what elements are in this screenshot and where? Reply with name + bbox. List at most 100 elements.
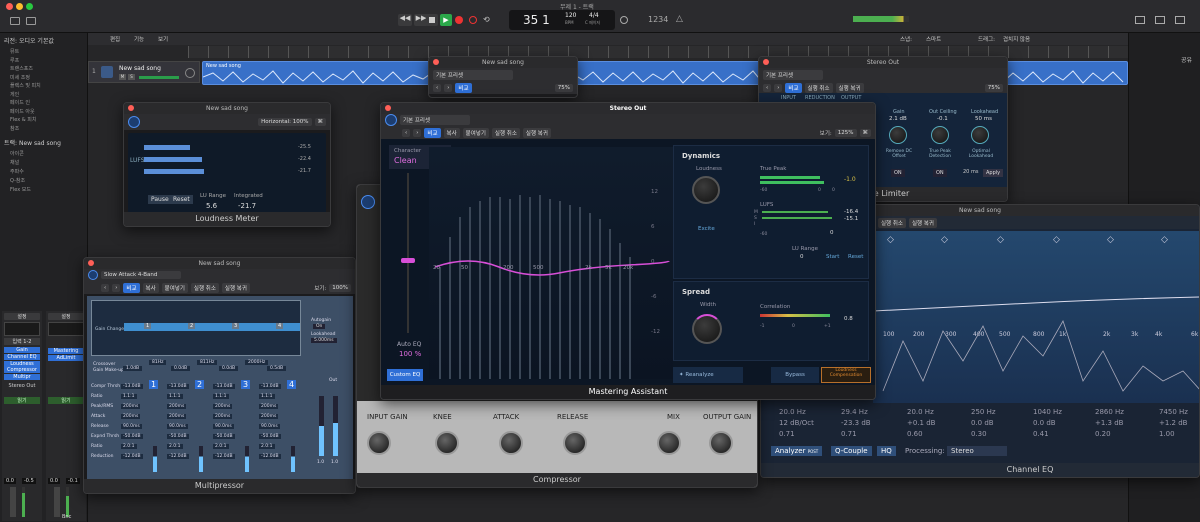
band-number-button[interactable]: 2 bbox=[195, 380, 205, 389]
makeup-value[interactable]: 1.0dB bbox=[123, 366, 143, 371]
paste-button[interactable]: 붙여넣기 bbox=[462, 127, 489, 138]
region-param[interactable]: 트랜스포즈 bbox=[10, 65, 87, 74]
band-marker[interactable]: 4 bbox=[276, 323, 284, 329]
window-close-icon[interactable] bbox=[6, 3, 13, 10]
crossover-value[interactable]: 811Hz bbox=[197, 360, 218, 365]
insert-slot[interactable]: Gain bbox=[4, 347, 40, 353]
band-number-button[interactable]: 4 bbox=[287, 380, 297, 389]
share-button[interactable]: 공유 bbox=[1181, 55, 1192, 64]
band-param-value[interactable]: -12.0dB bbox=[259, 454, 281, 459]
compare-button[interactable]: 비교 bbox=[123, 282, 140, 293]
crossover-value[interactable]: 2000Hz bbox=[245, 360, 269, 365]
compressor-knob[interactable] bbox=[435, 431, 459, 455]
band-frequency[interactable]: 250 Hz bbox=[971, 408, 996, 416]
count-in-icon[interactable]: 1234 bbox=[648, 15, 668, 24]
band-param-value[interactable]: 200ms bbox=[213, 414, 233, 419]
close-icon[interactable] bbox=[128, 105, 134, 111]
loops-icon[interactable] bbox=[1155, 16, 1165, 24]
undo-button[interactable]: 실행 취소 bbox=[804, 82, 833, 93]
setting-button[interactable]: 설정 bbox=[4, 313, 40, 320]
compressor-knob[interactable] bbox=[657, 431, 681, 455]
preset-menu[interactable]: Slow Attack 4-Band bbox=[101, 271, 181, 279]
cycle-button[interactable]: ⟲ bbox=[483, 15, 493, 24]
band-number-button[interactable]: 3 bbox=[241, 380, 251, 389]
metronome-icon[interactable]: △ bbox=[676, 14, 683, 24]
band-param-value[interactable]: -13.0dB bbox=[259, 384, 281, 389]
band-frequency[interactable]: 20.0 Hz bbox=[779, 408, 806, 416]
band-q[interactable]: 1.00 bbox=[1159, 430, 1175, 438]
compressor-knob[interactable] bbox=[367, 431, 391, 455]
band-param-value[interactable]: 1.1:1 bbox=[213, 394, 229, 399]
band-q[interactable]: 0.41 bbox=[1033, 430, 1049, 438]
compare-button[interactable]: 비교 bbox=[424, 127, 441, 138]
tuner-icon[interactable] bbox=[620, 16, 628, 24]
band-marker[interactable]: 2 bbox=[188, 323, 196, 329]
prev-preset-button[interactable]: ‹ bbox=[433, 83, 442, 92]
editors-icon[interactable] bbox=[1135, 16, 1145, 24]
track-param[interactable]: Flex 모드 bbox=[10, 186, 87, 195]
band-gain[interactable]: +0.1 dB bbox=[907, 419, 935, 427]
ceiling-knob[interactable] bbox=[931, 126, 949, 144]
track-section-header[interactable]: 트랙: New sad song bbox=[0, 135, 87, 150]
close-icon[interactable] bbox=[433, 59, 439, 65]
band-frequency[interactable]: 1040 Hz bbox=[1033, 408, 1062, 416]
track-volume-slider[interactable] bbox=[139, 76, 179, 79]
eq-graph[interactable]: ◇ ◇ ◇ ◇ ◇ ◇ 100 200 300 400 500 800 1k 2k 3k 4k 6k bbox=[873, 231, 1199, 403]
eq-thumbnail[interactable] bbox=[4, 322, 40, 336]
insert-slot[interactable]: AdLimit bbox=[48, 355, 84, 361]
compressor-knob[interactable] bbox=[709, 431, 733, 455]
window-minimize-icon[interactable] bbox=[16, 3, 23, 10]
reanalyze-button[interactable]: ✦ Reanalyze bbox=[673, 367, 743, 383]
band-param-value[interactable]: -13.0dB bbox=[121, 384, 143, 389]
band-param-value[interactable]: 2.0:1 bbox=[167, 444, 183, 449]
output-tab[interactable]: OUTPUT bbox=[841, 95, 861, 101]
automation-read[interactable]: 읽기 bbox=[4, 397, 40, 404]
volume-fader[interactable] bbox=[10, 487, 16, 517]
band-gain[interactable]: +1.3 dB bbox=[1095, 419, 1123, 427]
next-preset-button[interactable]: › bbox=[774, 83, 783, 92]
band-param-value[interactable]: 2.0:1 bbox=[213, 444, 229, 449]
drag-select[interactable]: 겹치지 않음 bbox=[1003, 35, 1030, 43]
redo-button[interactable]: 실행 복귀 bbox=[221, 282, 250, 293]
track-param[interactable]: 아이콘 bbox=[10, 150, 87, 159]
zoom-select[interactable]: 75% bbox=[984, 83, 1003, 92]
band-param-value[interactable]: 90.0ms bbox=[121, 424, 142, 429]
excite-button[interactable]: Excite bbox=[698, 226, 715, 232]
track-param[interactable]: 채널 bbox=[10, 159, 87, 168]
input-button[interactable]: 입력 1-2 bbox=[4, 338, 40, 345]
copy-button[interactable]: 복사 bbox=[142, 282, 159, 293]
loudness-knob[interactable] bbox=[692, 176, 720, 204]
band-param-value[interactable]: -12.0dB bbox=[121, 454, 143, 459]
region-param[interactable]: 게인 bbox=[10, 91, 87, 100]
band-param-value[interactable]: 200ms bbox=[121, 404, 141, 409]
band-param-value[interactable]: 90.0ms bbox=[167, 424, 188, 429]
zoom-select[interactable]: 125% bbox=[834, 128, 857, 137]
preset-menu[interactable]: 기본 프리셋 bbox=[400, 115, 470, 125]
pause-button[interactable]: Pause bbox=[148, 195, 172, 204]
close-icon[interactable] bbox=[385, 105, 391, 111]
band-gain[interactable]: 0.0 dB bbox=[1033, 419, 1056, 427]
inspector-icon[interactable] bbox=[26, 17, 36, 25]
lookahead-knob[interactable] bbox=[971, 126, 989, 144]
volume-fader[interactable] bbox=[54, 487, 60, 517]
undo-button[interactable]: 실행 취소 bbox=[190, 282, 219, 293]
link-icon[interactable]: ⌘ bbox=[859, 128, 871, 137]
analyzer-button[interactable]: Analyzer POST bbox=[771, 446, 823, 456]
band-param-value[interactable]: 90.0ms bbox=[259, 424, 280, 429]
prev-preset-button[interactable]: ‹ bbox=[101, 283, 110, 292]
band-q[interactable]: 0.71 bbox=[779, 430, 795, 438]
band-param-value[interactable]: -13.0dB bbox=[167, 384, 189, 389]
window-zoom-icon[interactable] bbox=[26, 3, 33, 10]
compressor-knob[interactable] bbox=[499, 431, 523, 455]
band-number-button[interactable]: 1 bbox=[149, 380, 159, 389]
reset-button[interactable]: Reset bbox=[848, 254, 863, 260]
lookahead-value[interactable]: 5.000ms bbox=[311, 338, 337, 343]
lcd-display[interactable]: 35 1 120 BPM 4/4 C 메이저 bbox=[509, 10, 615, 30]
region-param[interactable]: 미세 조정 bbox=[10, 74, 87, 83]
makeup-value[interactable]: 0.5dB bbox=[267, 366, 287, 371]
band-param-value[interactable]: 1.1:1 bbox=[121, 394, 137, 399]
band-param-value[interactable]: 200ms bbox=[167, 404, 187, 409]
view-menu[interactable]: 보기 bbox=[158, 35, 168, 43]
gain-knob[interactable] bbox=[889, 126, 907, 144]
stop-button[interactable] bbox=[426, 14, 438, 26]
